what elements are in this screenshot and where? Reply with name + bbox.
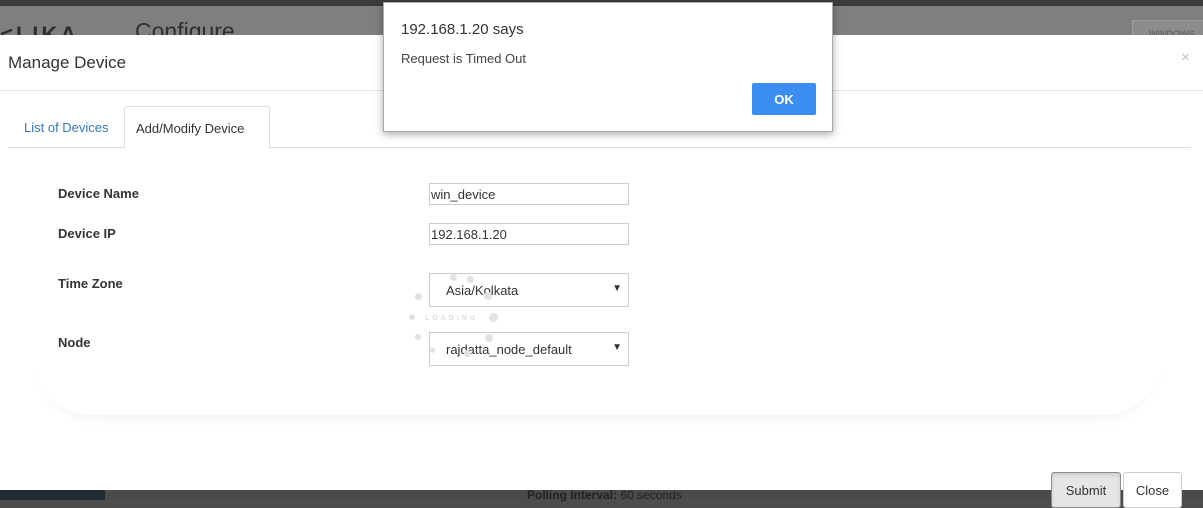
loader-dot xyxy=(430,348,435,353)
loader-dot xyxy=(409,314,415,320)
device-ip-input[interactable] xyxy=(429,223,629,245)
loader-dot xyxy=(415,334,421,340)
submit-button[interactable]: Submit xyxy=(1051,472,1121,508)
tab-add-modify-device[interactable]: Add/Modify Device xyxy=(124,106,270,149)
tab-list-of-devices[interactable]: List of Devices xyxy=(8,106,121,148)
loading-spinner: LOADING xyxy=(405,270,505,360)
triangle-down-icon: ▼ xyxy=(612,283,622,294)
background-footer-sidebar xyxy=(0,490,105,500)
loader-dot xyxy=(415,293,422,300)
modal-title: Manage Device xyxy=(8,53,127,72)
loader-dot xyxy=(489,313,498,322)
loader-dot xyxy=(484,292,492,300)
close-button[interactable]: Close xyxy=(1123,472,1182,508)
ok-button[interactable]: OK xyxy=(752,83,816,115)
loader-dot xyxy=(450,274,457,281)
close-icon[interactable]: × xyxy=(1181,49,1190,66)
loader-text: LOADING xyxy=(425,315,479,322)
loader-dot xyxy=(467,276,474,283)
loader-dot xyxy=(464,350,471,357)
time-zone-label: Time Zone xyxy=(58,276,123,291)
alert-dialog: 192.168.1.20 says Request is Timed Out O… xyxy=(383,2,833,132)
alert-title: 192.168.1.20 says xyxy=(401,21,524,38)
alert-message: Request is Timed Out xyxy=(401,51,526,66)
device-ip-label: Device IP xyxy=(58,226,116,241)
node-label: Node xyxy=(58,335,91,350)
loader-dot xyxy=(485,334,493,342)
device-name-label: Device Name xyxy=(58,186,139,201)
triangle-down-icon: ▼ xyxy=(612,342,622,353)
device-name-input[interactable] xyxy=(429,183,629,205)
